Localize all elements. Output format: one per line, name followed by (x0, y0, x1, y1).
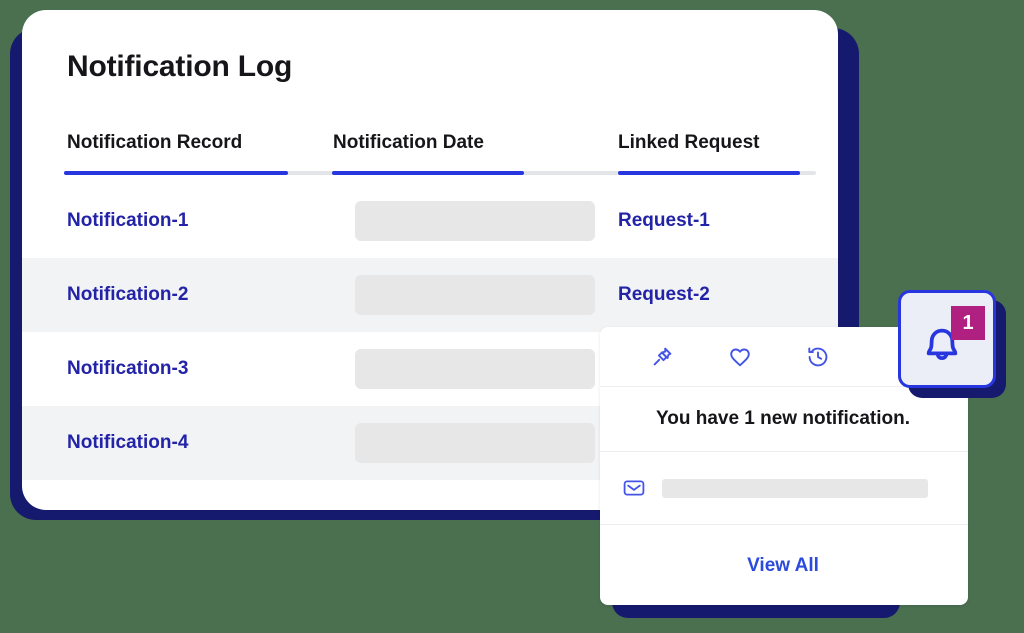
popup-footer: View All (600, 525, 968, 605)
cell-notification-record: Notification-4 (67, 406, 188, 480)
linked-request-link[interactable]: Request-2 (618, 284, 710, 306)
column-header-notification-record[interactable]: Notification Record (67, 132, 242, 154)
notification-record-link[interactable]: Notification-4 (67, 432, 188, 454)
notification-record-link[interactable]: Notification-3 (67, 358, 188, 380)
header-underline-segment-3 (618, 171, 800, 175)
screenshot-stage: Notification Log Notification Record Not… (0, 0, 1024, 633)
page-title: Notification Log (67, 50, 293, 83)
table-header-row: Notification Record Notification Date Li… (22, 118, 838, 184)
header-underline-segment-1 (64, 171, 288, 175)
notification-count-badge: 1 (951, 306, 985, 340)
view-all-link[interactable]: View All (747, 555, 819, 577)
table-row[interactable]: Notification-2 Request-2 (22, 258, 838, 332)
cell-notification-date (355, 184, 595, 258)
table-row[interactable]: Notification-1 Request-1 (22, 184, 838, 258)
popup-message: You have 1 new notification. (600, 387, 968, 452)
column-header-notification-date[interactable]: Notification Date (333, 132, 484, 154)
notification-record-link[interactable]: Notification-1 (67, 210, 188, 232)
date-placeholder-bar (355, 349, 595, 389)
date-placeholder-bar (355, 275, 595, 315)
cell-linked-request: Request-1 (618, 184, 710, 258)
notification-record-link[interactable]: Notification-2 (67, 284, 188, 306)
cell-notification-date (355, 332, 595, 406)
cell-notification-record: Notification-3 (67, 332, 188, 406)
pin-icon[interactable] (649, 344, 675, 370)
notification-bell-button[interactable]: 1 (898, 290, 996, 388)
notification-list-item[interactable] (600, 452, 968, 525)
heart-icon[interactable] (727, 344, 753, 370)
header-underline (64, 171, 816, 175)
date-placeholder-bar (355, 201, 595, 241)
cell-notification-date (355, 406, 595, 480)
notification-item-placeholder-bar (662, 478, 928, 498)
envelope-icon (622, 476, 646, 500)
history-icon[interactable] (805, 344, 831, 370)
cell-notification-record: Notification-1 (67, 184, 188, 258)
cell-notification-record: Notification-2 (67, 258, 188, 332)
linked-request-link[interactable]: Request-1 (618, 210, 710, 232)
date-placeholder-bar (355, 423, 595, 463)
column-header-linked-request[interactable]: Linked Request (618, 132, 759, 154)
header-underline-segment-2 (332, 171, 524, 175)
cell-linked-request: Request-2 (618, 258, 710, 332)
cell-notification-date (355, 258, 595, 332)
